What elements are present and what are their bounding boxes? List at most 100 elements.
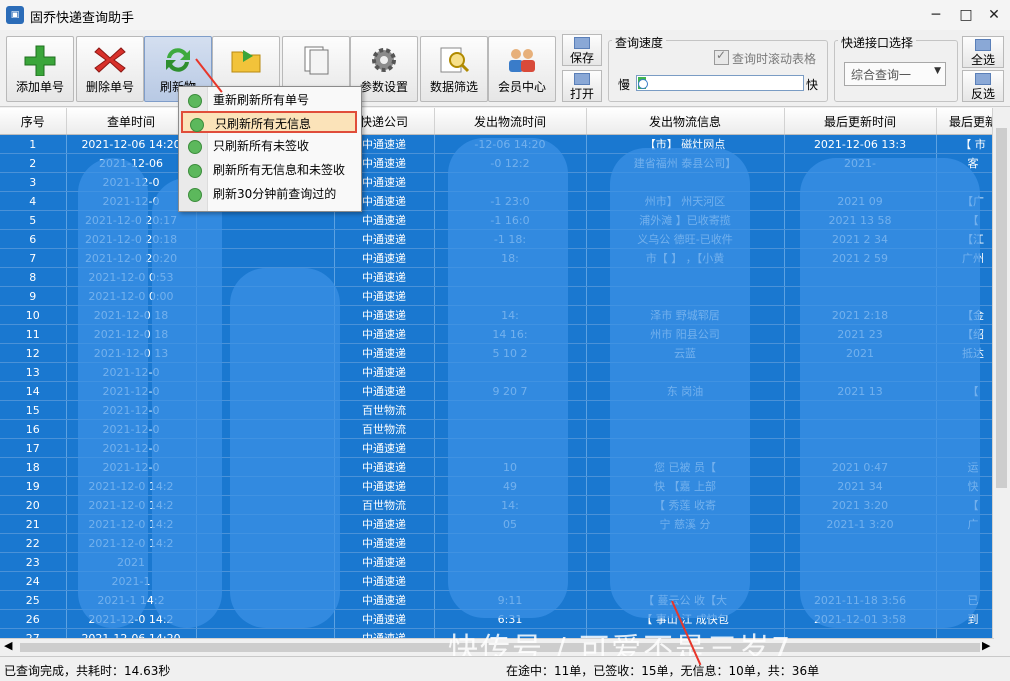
table-cell: 1 — [0, 134, 67, 154]
table-cell: 中通速递 — [334, 362, 435, 382]
speed-slider[interactable] — [636, 75, 804, 91]
table-cell: 10 — [0, 305, 67, 325]
table-cell — [784, 628, 937, 638]
table-cell: 26 — [0, 609, 67, 629]
speed-group-label: 查询速度 — [612, 34, 667, 51]
table-cell: 5 — [0, 210, 67, 230]
scroll-table-label: 查询时滚动表格 — [732, 52, 817, 66]
vertical-scrollbar[interactable] — [992, 108, 1010, 638]
minimize-button[interactable]: ─ — [924, 4, 948, 26]
table-cell: 2021-12-06 14:20 — [66, 628, 197, 638]
chevron-down-icon: ▼ — [934, 66, 941, 76]
table-cell: 19 — [0, 476, 67, 496]
table-cell: 中通速递 — [334, 571, 435, 591]
courier-select-value: 综合查询一 — [851, 68, 912, 82]
save-button[interactable]: 保存 — [562, 34, 602, 66]
maximize-button[interactable]: □ — [954, 4, 978, 26]
table-cell: 百世物流 — [334, 400, 435, 420]
scroll-right-icon[interactable]: ▶ — [982, 639, 990, 652]
add-tracking-label: 添加单号 — [15, 80, 64, 94]
table-cell: 7 — [0, 248, 67, 268]
column-header[interactable]: 序号 — [0, 108, 67, 135]
table-cell: 中通速递 — [334, 286, 435, 306]
table-cell: 27 — [0, 628, 67, 638]
status-left: 已查询完成，共耗时：14.63秒 — [4, 664, 171, 678]
select-all-label: 全选 — [970, 53, 995, 67]
column-header[interactable]: 发出物流信息 — [586, 108, 785, 135]
table-header: 序号 查单时间 快递公司 发出物流时间 发出物流信息 最后更新时间 最后更新 — [0, 108, 1010, 135]
table-cell: 3 — [0, 172, 67, 192]
add-tracking-button[interactable]: 添加单号 — [6, 36, 74, 102]
tracking-grid[interactable]: 序号 查单时间 快递公司 发出物流时间 发出物流信息 最后更新时间 最后更新 1 2021-1… — [0, 108, 1010, 638]
filter-button[interactable]: 数据筛选 — [420, 36, 488, 102]
member-center-label: 会员中心 — [497, 80, 546, 94]
table-cell: 中通速递 — [334, 628, 435, 638]
privacy-blur — [152, 178, 222, 628]
delete-x-icon — [94, 47, 126, 73]
refresh-icon — [190, 118, 204, 132]
refresh-icon — [166, 48, 190, 72]
privacy-blur — [448, 138, 568, 618]
table-cell: 中通速递 — [334, 476, 435, 496]
delete-tracking-button[interactable]: 删除单号 — [76, 36, 144, 102]
status-bar: 已查询完成，共耗时：14.63秒 在途中：11单，已签收：15单，无信息：10单… — [0, 656, 1010, 681]
table-cell: 6 — [0, 229, 67, 249]
menu-item-refresh-no-info-unsigned[interactable]: 刷新所有无信息和未签收 — [181, 159, 357, 181]
menu-item-refresh-no-info[interactable]: 只刷新所有无信息 — [181, 111, 357, 133]
select-all-button[interactable]: 全选 — [962, 36, 1004, 68]
table-cell: 24 — [0, 571, 67, 591]
menu-item-label: 只刷新所有未签收 — [213, 139, 310, 153]
gear-icon — [372, 48, 396, 72]
table-cell: 4 — [0, 191, 67, 211]
menu-item-refresh-unsigned[interactable]: 只刷新所有未签收 — [181, 135, 357, 157]
folder-icon — [231, 50, 261, 73]
column-header[interactable]: 发出物流时间 — [434, 108, 587, 135]
table-cell: 25 — [0, 590, 67, 610]
scroll-left-icon[interactable]: ◀ — [4, 639, 12, 652]
speed-slow-label: 慢 — [618, 78, 631, 92]
open-label: 打开 — [569, 87, 594, 101]
menu-item-label: 刷新30分钟前查询过的 — [213, 187, 337, 201]
invert-selection-button[interactable]: 反选 — [962, 70, 1004, 102]
table-cell: 11 — [0, 324, 67, 344]
open-button[interactable]: 打开 — [562, 70, 602, 102]
documents-icon — [304, 46, 329, 75]
table-cell: 中通速递 — [334, 381, 435, 401]
column-header[interactable]: 最后更新时间 — [784, 108, 937, 135]
scroll-table-checkbox[interactable]: ✓ — [714, 48, 729, 65]
save-icon — [574, 37, 590, 49]
table-cell: 12 — [0, 343, 67, 363]
table-cell — [196, 628, 335, 638]
refresh-icon — [188, 164, 202, 178]
table-cell: 百世物流 — [334, 419, 435, 439]
app-logo-icon: ▣ — [6, 6, 24, 24]
speed-fast-label: 快 — [806, 78, 819, 92]
table-cell: 中通速递 — [334, 438, 435, 458]
table-cell: 中通速递 — [334, 229, 435, 249]
table-cell: 16 — [0, 419, 67, 439]
table-cell: 中通速递 — [334, 267, 435, 287]
menu-item-refresh-all[interactable]: 重新刷新所有单号 — [181, 89, 357, 111]
filter-label: 数据筛选 — [429, 80, 478, 94]
invert-label: 反选 — [970, 87, 995, 101]
refresh-icon — [188, 188, 202, 202]
vertical-scroll-thumb[interactable] — [996, 128, 1007, 488]
table-cell: 9 — [0, 286, 67, 306]
table-cell: 14 — [0, 381, 67, 401]
table-cell: 中通速递 — [334, 590, 435, 610]
table-cell: 中通速递 — [334, 552, 435, 572]
close-button[interactable]: ✕ — [982, 4, 1006, 26]
menu-item-label: 重新刷新所有单号 — [213, 93, 310, 107]
delete-tracking-label: 删除单号 — [85, 80, 134, 94]
menu-item-label: 刷新所有无信息和未签收 — [213, 163, 346, 177]
toolbar: 添加单号 删除单号 刷新物 参数设置 数据筛选 会员中心 保存 打开 查询速度 … — [0, 30, 1010, 107]
column-header[interactable]: 查单时间 — [66, 108, 197, 135]
table-cell: 23 — [0, 552, 67, 572]
courier-select[interactable]: 综合查询一 ▼ — [844, 62, 946, 86]
privacy-blur — [800, 158, 980, 628]
member-center-button[interactable]: 会员中心 — [488, 36, 556, 102]
table-cell: 2 — [0, 153, 67, 173]
menu-item-refresh-30min[interactable]: 刷新30分钟前查询过的 — [181, 183, 357, 205]
table-cell: 18 — [0, 457, 67, 477]
speed-slider-thumb[interactable] — [638, 79, 648, 89]
